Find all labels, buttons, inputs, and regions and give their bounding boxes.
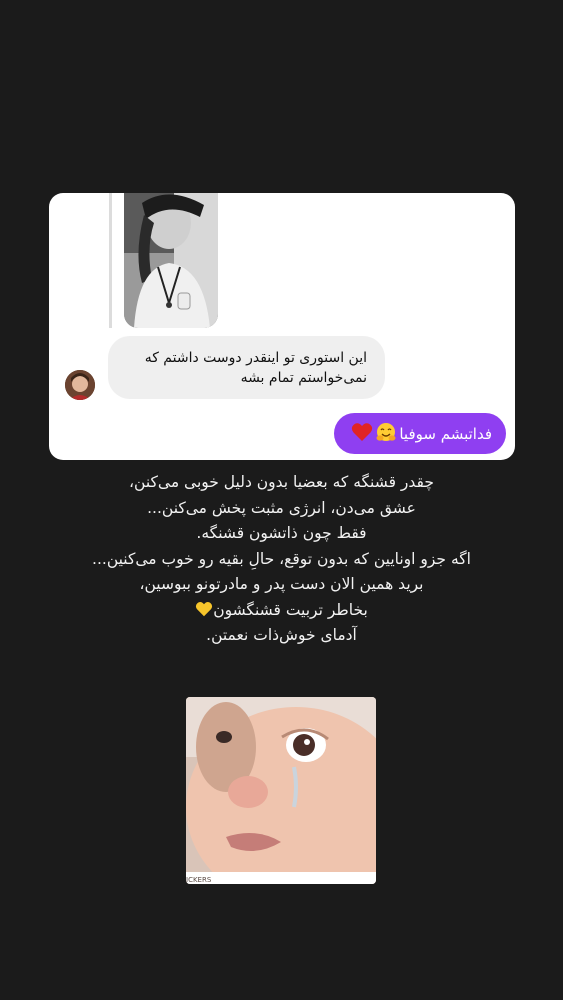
caption-line-5: برید همین الان دست پدر و مادرتونو ببوسین…: [139, 575, 424, 593]
caption-line-6: بخاطر تربیت قشنگشون: [213, 600, 368, 619]
story-caption: چقدر قشنگه که بعضیا بدون دلیل خوبی می‌کن…: [30, 470, 533, 649]
sticker-tag: ICKERS: [186, 876, 212, 884]
reply-quote-bar: [109, 193, 112, 328]
incoming-message-line-2: نمی‌خواستم تمام بشه: [240, 370, 367, 386]
caption-line-3: فقط چون ذاتشون قشنگه.: [196, 524, 367, 542]
yellow-heart-emoji: [195, 600, 213, 616]
outgoing-message-text: فداتبشم سوفیا: [399, 424, 492, 443]
red-heart-emoji: [351, 422, 373, 446]
incoming-message-line-1: این استوری تو اینقدر دوست داشتم که: [144, 350, 367, 366]
sender-avatar[interactable]: [65, 370, 95, 400]
crying-baby-sticker[interactable]: ICKERS: [186, 697, 376, 884]
caption-line-2: عشق می‌دن، انرژی مثبت پخش می‌کنن...: [147, 498, 416, 517]
story-thumbnail-image[interactable]: [124, 193, 218, 328]
caption-line-6-wrap: بخاطر تربیت قشنگشون: [30, 598, 533, 624]
incoming-message-bubble[interactable]: این استوری تو اینقدر دوست داشتم که نمی‌خ…: [108, 336, 385, 399]
outgoing-message-bubble[interactable]: فداتبشم سوفیا: [334, 413, 506, 454]
hugging-face-emoji: [375, 421, 397, 447]
caption-line-1: چقدر قشنگه که بعضیا بدون دلیل خوبی می‌کن…: [129, 473, 434, 491]
caption-line-7: آدمای خوش‌ذات نعمتن.: [206, 626, 357, 644]
story-reply-card: این استوری تو اینقدر دوست داشتم که نمی‌خ…: [49, 193, 515, 460]
caption-line-4: اگه جزو اونایین که بدون توقع، حالِ بقیه …: [92, 549, 471, 568]
